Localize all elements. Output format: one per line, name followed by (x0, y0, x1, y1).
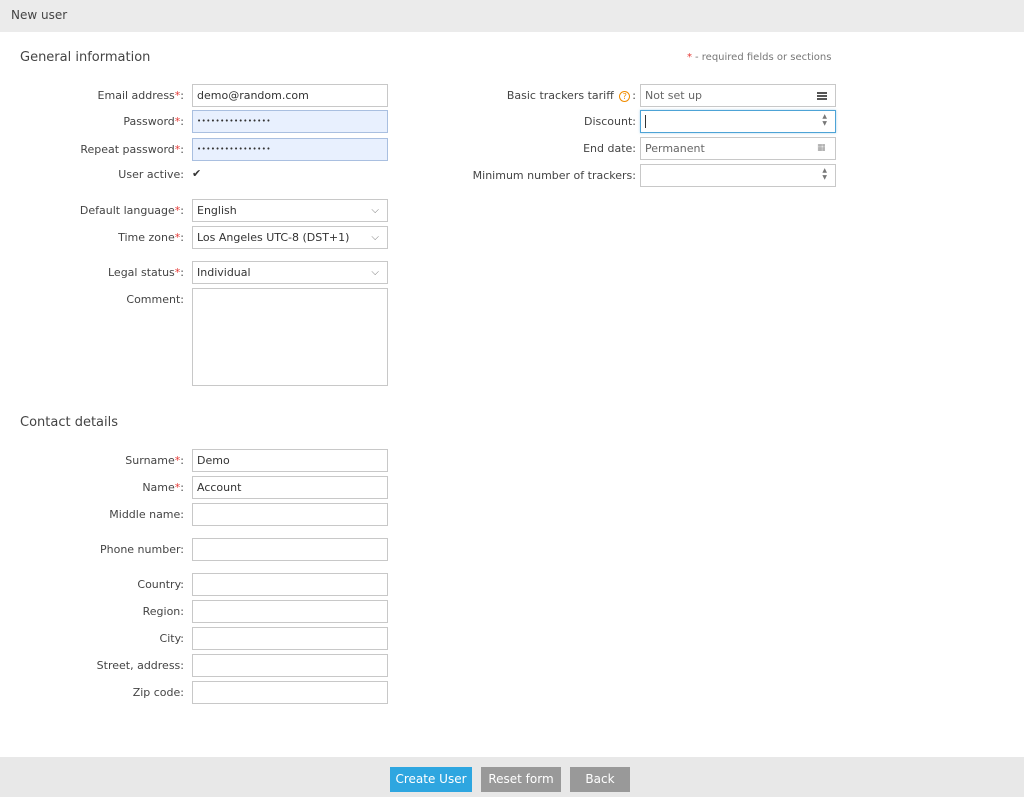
discount-input[interactable]: ▲ ▼ (640, 110, 836, 133)
region-field[interactable] (192, 600, 388, 623)
region-label: Region: (142, 605, 184, 618)
spinner-icon[interactable]: ▲ ▼ (822, 113, 827, 127)
help-icon[interactable]: ? (619, 90, 631, 102)
phone-label: Phone number: (99, 543, 184, 556)
name-field[interactable]: Account (192, 476, 388, 499)
user-active-label: User active: (118, 168, 184, 181)
language-label: Default language*: (79, 204, 184, 217)
password-label: Password*: (123, 115, 184, 128)
page-title: New user (11, 8, 68, 22)
text-caret (645, 115, 646, 128)
chevron-down-icon: ⌵ (371, 232, 379, 243)
tariff-label: Basic trackers tariff ?: (506, 89, 636, 102)
back-button[interactable]: Back (570, 767, 630, 792)
create-user-button[interactable]: Create User (390, 767, 472, 792)
middle-name-label: Middle name: (109, 508, 184, 521)
legal-status-label: Legal status*: (108, 266, 184, 279)
timezone-label: Time zone*: (118, 231, 184, 244)
chevron-down-icon: ⌵ (371, 267, 379, 278)
tariff-select[interactable]: Not set up (640, 84, 836, 107)
comment-textarea[interactable] (192, 288, 388, 386)
required-star: * (687, 52, 692, 63)
surname-field[interactable]: Demo (192, 449, 388, 472)
min-trackers-input[interactable]: ▲ ▼ (640, 164, 836, 187)
user-active-checkbox[interactable]: ✔ (192, 168, 204, 180)
top-bar: New user (0, 0, 1024, 32)
section-title-general: General information (20, 50, 151, 65)
spinner-icon[interactable]: ▲ ▼ (822, 167, 827, 181)
repeat-password-label: Repeat password*: (80, 143, 184, 156)
required-note-text: - required fields or sections (695, 52, 832, 63)
zip-field[interactable] (192, 681, 388, 704)
country-field[interactable] (192, 573, 388, 596)
reset-form-button[interactable]: Reset form (481, 767, 561, 792)
comment-label: Comment: (126, 293, 184, 306)
zip-label: Zip code: (132, 686, 184, 699)
calendar-icon[interactable]: ▦ (817, 144, 828, 153)
street-field[interactable] (192, 654, 388, 677)
surname-label: Surname*: (125, 454, 184, 467)
discount-label: Discount: (584, 115, 636, 128)
country-label: Country: (137, 578, 184, 591)
email-label: Email address*: (97, 89, 184, 102)
menu-icon (817, 92, 827, 100)
language-select[interactable]: English ⌵ (192, 199, 388, 222)
end-date-label: End date: (583, 142, 636, 155)
middle-name-field[interactable] (192, 503, 388, 526)
required-note: * - required fields or sections (687, 52, 831, 63)
end-date-input[interactable]: Permanent ▦ (640, 137, 836, 160)
street-label: Street, address: (96, 659, 184, 672)
section-title-contact: Contact details (20, 415, 119, 430)
min-trackers-label: Minimum number of trackers: (472, 169, 636, 182)
legal-status-select[interactable]: Individual ⌵ (192, 261, 388, 284)
footer-bar: Create User Reset form Back (0, 757, 1024, 797)
name-label: Name*: (142, 481, 184, 494)
timezone-select[interactable]: Los Angeles UTC-8 (DST+1) ⌵ (192, 226, 388, 249)
city-label: City: (159, 632, 184, 645)
phone-field[interactable] (192, 538, 388, 561)
city-field[interactable] (192, 627, 388, 650)
chevron-down-icon: ⌵ (371, 205, 379, 216)
